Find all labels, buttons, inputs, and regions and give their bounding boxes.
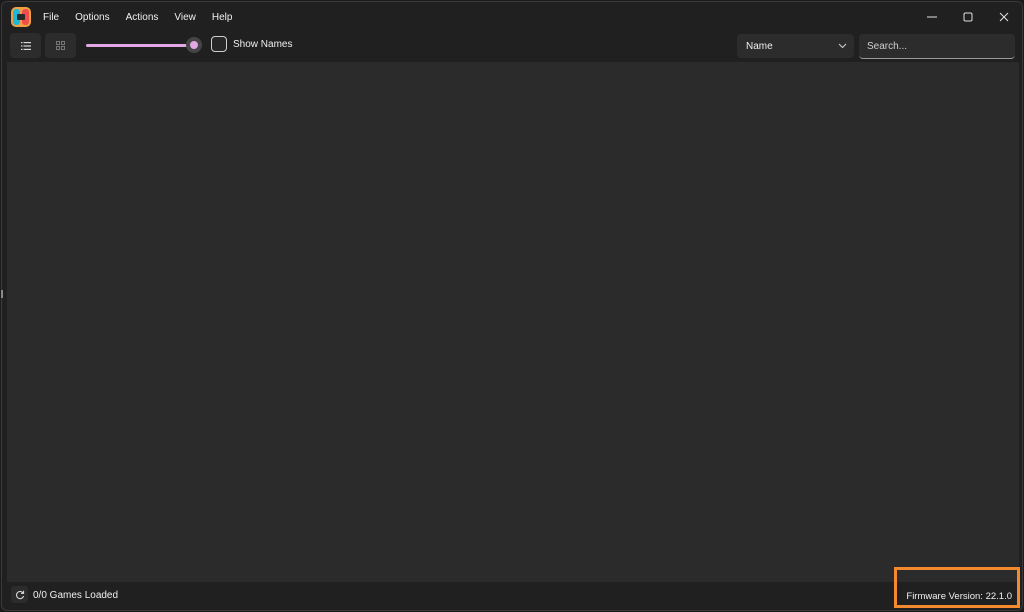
window-controls — [914, 2, 1022, 32]
list-view-button[interactable] — [10, 33, 41, 58]
slider-thumb[interactable] — [186, 37, 202, 53]
menu-help[interactable]: Help — [204, 8, 241, 27]
show-names-label: Show Names — [233, 39, 293, 50]
show-names-checkbox[interactable] — [211, 36, 227, 52]
games-list-area — [7, 62, 1019, 582]
status-bar: 0/0 Games Loaded Firmware Version: 22.1.… — [2, 582, 1022, 610]
maximize-icon — [963, 12, 973, 22]
maximize-button[interactable] — [950, 2, 986, 32]
resize-grip[interactable] — [1, 290, 3, 298]
sort-selected-value: Name — [746, 41, 773, 52]
refresh-button[interactable] — [11, 586, 28, 603]
list-view-icon — [20, 41, 31, 50]
menu-view[interactable]: View — [166, 8, 204, 27]
firmware-version: Firmware Version: 22.1.0 — [906, 591, 1012, 602]
slider-track — [86, 44, 194, 47]
search-input[interactable] — [859, 34, 1015, 59]
joycon-app-icon — [11, 7, 31, 27]
sort-dropdown[interactable]: Name — [737, 34, 854, 58]
title-bar: File Options Actions View Help — [2, 2, 1022, 32]
menu-bar: File Options Actions View Help — [35, 2, 240, 32]
toolbar: Show Names Name — [2, 32, 1022, 61]
grid-view-button[interactable] — [45, 33, 76, 58]
grid-view-icon — [56, 41, 65, 50]
close-icon — [999, 12, 1009, 22]
minimize-icon — [927, 16, 937, 18]
chevron-down-icon — [838, 43, 847, 49]
close-button[interactable] — [986, 2, 1022, 32]
minimize-button[interactable] — [914, 2, 950, 32]
menu-file[interactable]: File — [35, 8, 67, 27]
icon-size-slider[interactable] — [86, 37, 202, 53]
refresh-icon — [15, 590, 24, 599]
app-window: File Options Actions View Help Show Name… — [1, 1, 1023, 611]
menu-options[interactable]: Options — [67, 8, 117, 27]
menu-actions[interactable]: Actions — [118, 8, 167, 27]
games-loaded-count: 0/0 Games Loaded — [33, 590, 119, 601]
